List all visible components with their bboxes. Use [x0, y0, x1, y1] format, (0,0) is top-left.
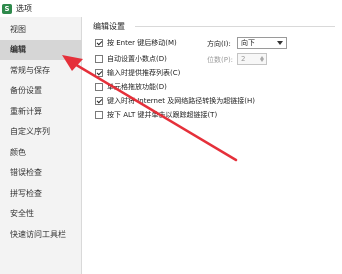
- drag-drop-checkbox[interactable]: [95, 82, 103, 91]
- title-bar: S 选项: [0, 0, 342, 17]
- places-stepper[interactable]: 2: [237, 53, 267, 65]
- sidebar-item-spell-check[interactable]: 拼写检查: [0, 184, 82, 204]
- places-label: 位数(P):: [207, 56, 234, 64]
- sidebar-item-recalculate[interactable]: 重新计算: [0, 102, 82, 122]
- direction-value: 向下: [241, 39, 255, 47]
- option-label: 单元格拖放功能(D): [107, 82, 167, 91]
- autocomplete-list-checkbox[interactable]: [95, 68, 103, 77]
- move-after-enter-checkbox[interactable]: [95, 38, 103, 47]
- option-label: 自动设置小数点(D): [107, 54, 167, 63]
- sidebar-item-backup[interactable]: 备份设置: [0, 81, 82, 101]
- option-move-after-enter[interactable]: 按 Enter 键后移动(M): [95, 37, 177, 48]
- option-label: 按 Enter 键后移动(M): [107, 38, 177, 47]
- section-divider: [135, 26, 335, 27]
- direction-select[interactable]: 向下: [237, 37, 287, 49]
- sidebar-item-color[interactable]: 颜色: [0, 143, 82, 163]
- direction-label: 方向(I):: [207, 40, 231, 48]
- option-label: 按下 ALT 键并单击以跟踪超链接(T): [107, 110, 218, 119]
- sidebar-item-edit[interactable]: 编辑: [0, 40, 82, 60]
- app-logo-icon: S: [2, 3, 12, 14]
- alt-click-hyperlink-checkbox[interactable]: [95, 110, 103, 119]
- chevron-down-icon: [277, 41, 283, 45]
- edit-settings-panel: 编辑设置 按 Enter 键后移动(M) 方向(I): 向下 自动设置小数点(D…: [83, 17, 342, 274]
- sidebar-item-error-check[interactable]: 错误检查: [0, 163, 82, 183]
- option-label: 键入时将 Internet 及网络路径转换为超链接(H): [107, 96, 255, 105]
- sidebar-item-view[interactable]: 视图: [0, 20, 82, 40]
- option-autocomplete-list[interactable]: 输入时提供推荐列表(C): [95, 67, 180, 78]
- option-auto-decimal[interactable]: 自动设置小数点(D): [95, 53, 167, 64]
- sidebar-item-custom-lists[interactable]: 自定义序列: [0, 122, 82, 142]
- option-alt-click-hyperlink[interactable]: 按下 ALT 键并单击以跟踪超链接(T): [95, 109, 217, 120]
- option-drag-drop[interactable]: 单元格拖放功能(D): [95, 81, 167, 92]
- sidebar-item-security[interactable]: 安全性: [0, 204, 82, 224]
- auto-hyperlink-checkbox[interactable]: [95, 96, 103, 105]
- auto-decimal-checkbox[interactable]: [95, 54, 103, 63]
- section-title: 编辑设置: [93, 22, 125, 31]
- window-title: 选项: [16, 4, 32, 13]
- options-sidebar: 视图 编辑 常规与保存 备份设置 重新计算 自定义序列 颜色 错误检查 拼写检查…: [0, 17, 82, 274]
- sidebar-item-general-save[interactable]: 常规与保存: [0, 61, 82, 81]
- places-value: 2: [241, 55, 246, 63]
- option-auto-hyperlink[interactable]: 键入时将 Internet 及网络路径转换为超链接(H): [95, 95, 255, 106]
- sidebar-item-quick-access-toolbar[interactable]: 快速访问工具栏: [0, 225, 82, 245]
- stepper-down-icon[interactable]: [260, 59, 264, 62]
- option-label: 输入时提供推荐列表(C): [107, 68, 181, 77]
